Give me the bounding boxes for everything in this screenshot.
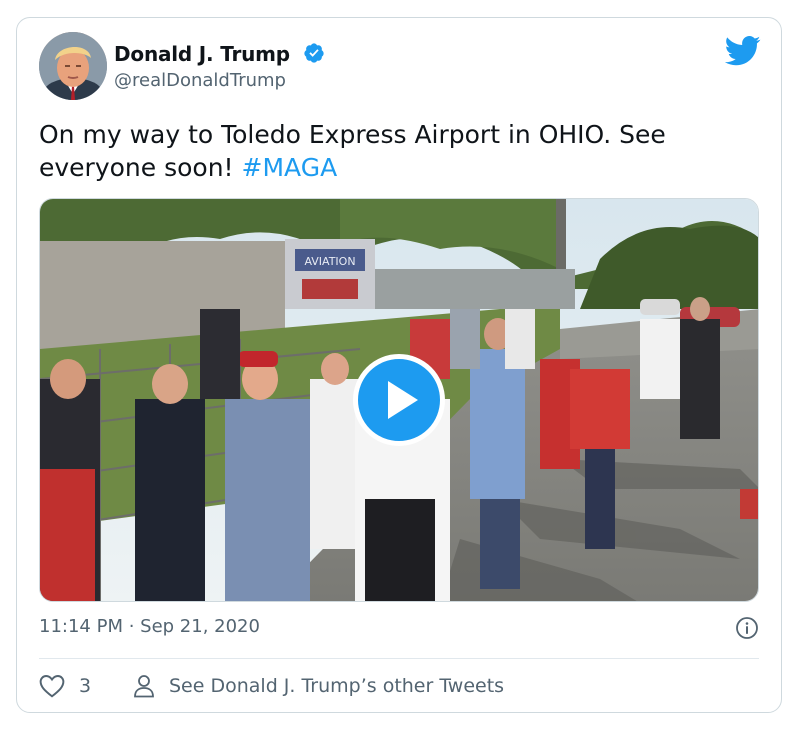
heart-icon [39, 675, 65, 698]
video-player[interactable]: AVIATION [39, 198, 759, 602]
person-icon [134, 675, 154, 698]
tweet-text: On my way to Toledo Express Airport in O… [39, 118, 759, 184]
see-other-tweets-link[interactable]: See Donald J. Trump’s other Tweets [133, 673, 504, 699]
tweet-text-line: everyone soon! #MAGA [39, 151, 759, 184]
verified-badge-icon [304, 43, 324, 63]
twitter-bird-icon[interactable] [725, 36, 761, 66]
sign-text: AVIATION [304, 255, 355, 268]
play-button[interactable] [353, 354, 445, 446]
info-icon[interactable] [735, 616, 759, 640]
like-count: 3 [79, 675, 92, 697]
tweet-card: Donald J. Trump @realDonaldTrump On my w… [16, 17, 782, 713]
see-other-tweets-label: See Donald J. Trump’s other Tweets [169, 675, 505, 697]
divider [39, 658, 759, 659]
tweet-text-line: On my way to Toledo Express Airport in O… [39, 120, 666, 149]
tweet-timestamp[interactable]: 11:14 PM · Sep 21, 2020 [39, 616, 260, 637]
author-handle[interactable]: @realDonaldTrump [114, 70, 286, 91]
author-name[interactable]: Donald J. Trump [114, 42, 290, 66]
tweet-text-segment: everyone soon! [39, 153, 242, 182]
avatar[interactable] [39, 32, 107, 100]
play-icon [388, 381, 418, 419]
hashtag-link[interactable]: #MAGA [242, 153, 338, 182]
like-button[interactable]: 3 [39, 673, 91, 699]
